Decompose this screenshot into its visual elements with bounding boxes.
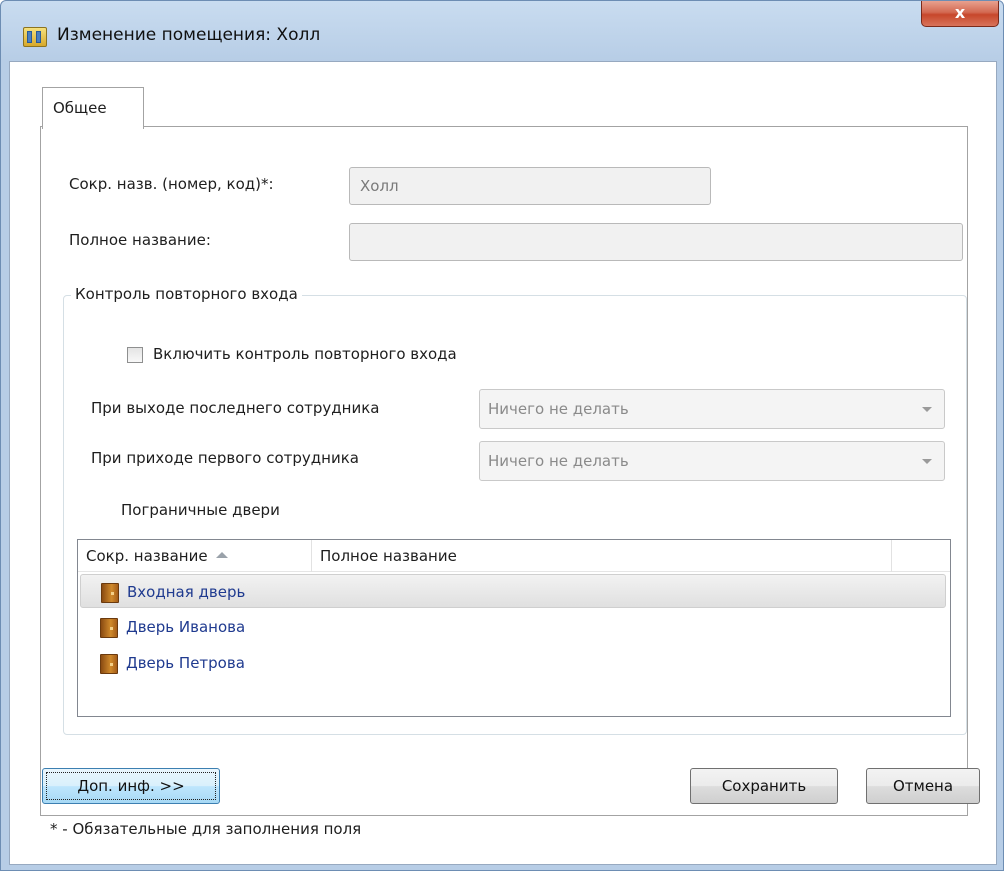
enable-reentry-checkbox[interactable] bbox=[127, 347, 143, 363]
list-header: Сокр. название Полное название bbox=[78, 540, 950, 572]
list-item[interactable]: Входная дверь bbox=[80, 574, 946, 608]
column-header-full-name[interactable]: Полное название bbox=[312, 540, 892, 572]
last-exit-label: При выходе последнего сотрудника bbox=[91, 399, 380, 417]
door-icon bbox=[100, 654, 118, 674]
sort-ascending-icon bbox=[215, 551, 228, 558]
door-short-name: Дверь Петрова bbox=[126, 654, 245, 672]
list-item[interactable]: Дверь Петрова bbox=[80, 646, 946, 680]
first-arrival-value: Ничего не делать bbox=[488, 452, 629, 470]
reentry-group-title: Контроль повторного входа bbox=[71, 285, 302, 303]
tab-general[interactable]: Общее bbox=[42, 87, 144, 129]
window-title: Изменение помещения: Холл bbox=[57, 25, 321, 45]
last-exit-select[interactable]: Ничего не делать bbox=[479, 389, 945, 429]
chevron-down-icon bbox=[922, 407, 932, 412]
required-fields-note: * - Обязательные для заполнения поля bbox=[50, 820, 362, 838]
border-doors-list[interactable]: Сокр. название Полное название Входная д… bbox=[77, 539, 951, 717]
more-info-button[interactable]: Доп. инф. >> bbox=[42, 768, 220, 804]
dialog-window: Изменение помещения: Холл x Общее Сокр. … bbox=[0, 0, 1004, 871]
full-name-label: Полное название: bbox=[69, 231, 211, 249]
last-exit-value: Ничего не делать bbox=[488, 400, 629, 418]
save-button[interactable]: Сохранить bbox=[690, 768, 838, 804]
chevron-down-icon bbox=[922, 459, 932, 464]
tab-panel-general: Сокр. назв. (номер, код)*: Холл Полное н… bbox=[40, 126, 968, 816]
short-name-label: Сокр. назв. (номер, код)*: bbox=[69, 175, 274, 193]
door-icon bbox=[100, 618, 118, 638]
full-name-field[interactable] bbox=[349, 223, 963, 261]
column-header-short-name[interactable]: Сокр. название bbox=[78, 540, 312, 572]
door-short-name: Входная дверь bbox=[127, 583, 246, 601]
close-button[interactable]: x bbox=[921, 1, 999, 27]
cancel-button[interactable]: Отмена bbox=[866, 768, 980, 804]
enable-reentry-label[interactable]: Включить контроль повторного входа bbox=[153, 345, 457, 363]
short-name-field[interactable]: Холл bbox=[349, 167, 711, 205]
app-icon bbox=[23, 27, 47, 47]
door-short-name: Дверь Иванова bbox=[126, 618, 246, 636]
dialog-client-area: Общее Сокр. назв. (номер, код)*: Холл По… bbox=[9, 61, 997, 865]
close-icon: x bbox=[954, 3, 966, 22]
title-bar[interactable]: Изменение помещения: Холл x bbox=[1, 1, 1003, 59]
list-item[interactable]: Дверь Иванова bbox=[80, 610, 946, 644]
door-icon bbox=[101, 583, 119, 603]
first-arrival-label: При приходе первого сотрудника bbox=[91, 449, 359, 467]
border-doors-label: Пограничные двери bbox=[121, 501, 280, 519]
first-arrival-select[interactable]: Ничего не делать bbox=[479, 441, 945, 481]
